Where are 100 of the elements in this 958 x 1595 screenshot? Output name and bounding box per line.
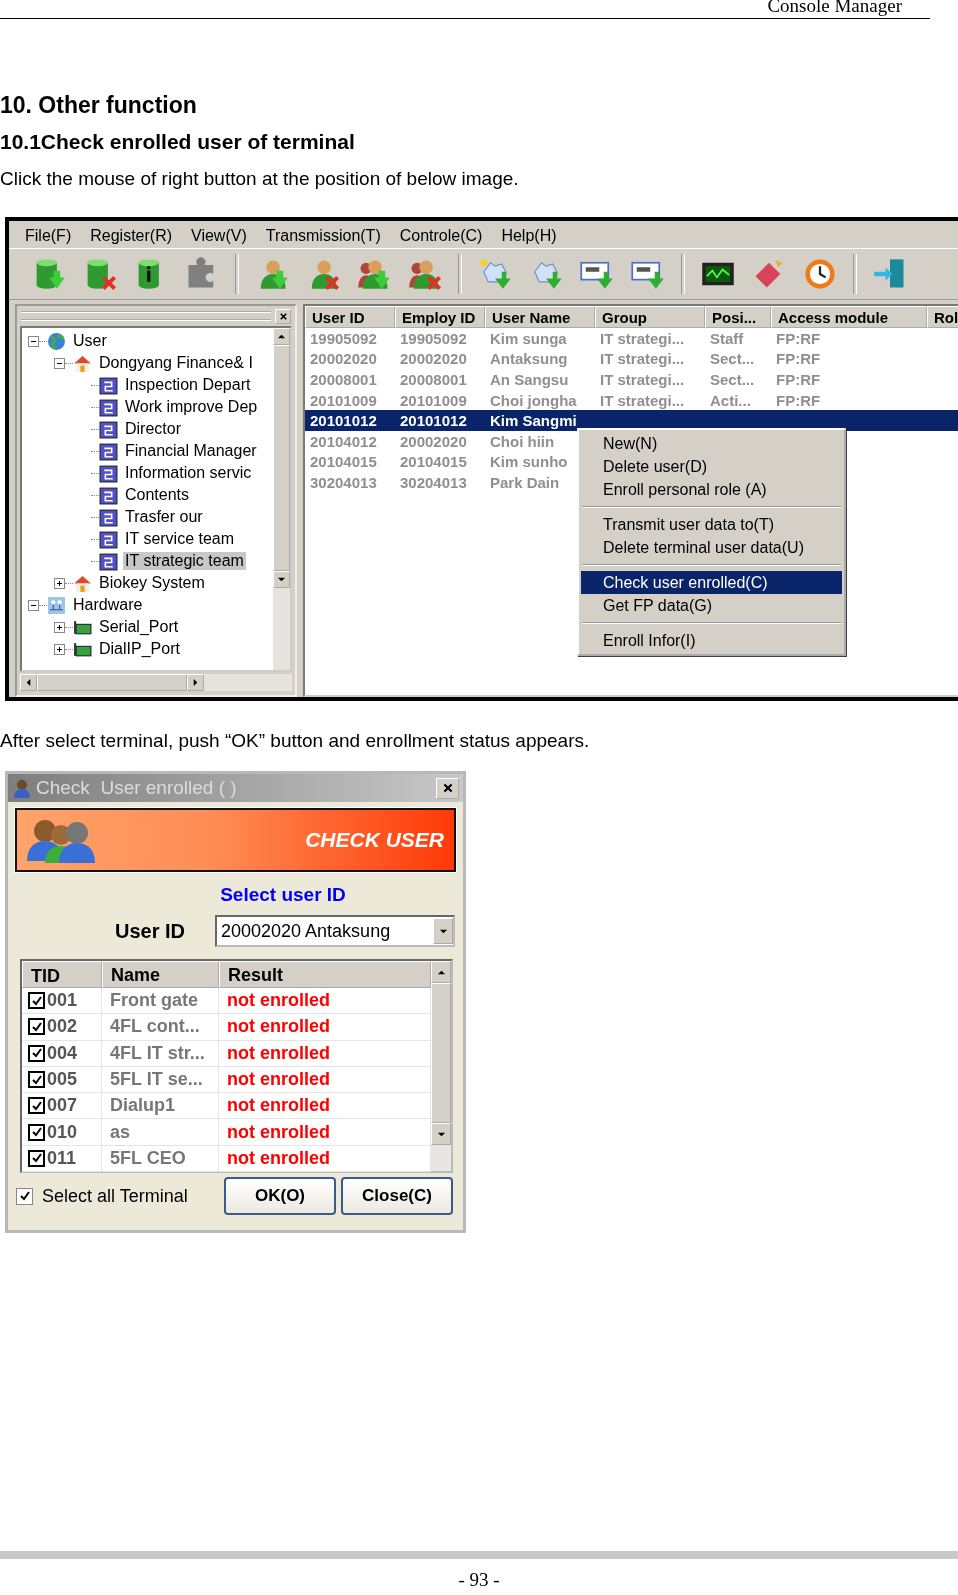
column-header[interactable]: Employ ID bbox=[395, 306, 485, 328]
close-button[interactable] bbox=[436, 777, 459, 799]
column-header[interactable]: Access module bbox=[771, 306, 927, 328]
column-header[interactable]: User ID bbox=[305, 306, 395, 328]
clock-icon[interactable] bbox=[802, 256, 838, 292]
table-cell-text: 20002020 bbox=[309, 350, 378, 368]
column-header[interactable]: User Name bbox=[485, 306, 595, 328]
menu-item[interactable]: Help(H) bbox=[501, 227, 557, 245]
subsection-heading: 10.1Check enrolled user of terminal bbox=[0, 129, 356, 155]
table-cell-text: Kim sunho bbox=[489, 453, 569, 471]
tree-item[interactable]: Biokey System bbox=[97, 574, 207, 592]
table-cell: 005 bbox=[47, 1069, 78, 1091]
menu-item[interactable]: Delete terminal user data(U) bbox=[579, 536, 844, 559]
close-icon bbox=[278, 311, 288, 321]
menu-item[interactable]: File(F) bbox=[25, 227, 72, 245]
tree-item[interactable]: DialIP_Port bbox=[97, 640, 182, 658]
table-cell-text: Sect... bbox=[709, 371, 756, 388]
expand-toggle[interactable] bbox=[54, 621, 65, 633]
tree-item[interactable]: Work improve Dep bbox=[123, 398, 260, 416]
column-header[interactable]: Posi... bbox=[705, 306, 771, 328]
checkbox[interactable] bbox=[28, 1149, 45, 1167]
panel-grip[interactable] bbox=[21, 311, 271, 321]
checkbox-label[interactable]: Select all Terminal bbox=[42, 1185, 188, 1207]
expand-toggle[interactable] bbox=[54, 643, 65, 655]
user-id-dropdown[interactable]: 20002020 Antaksung bbox=[215, 915, 455, 947]
scroll-left-icon[interactable] bbox=[24, 678, 33, 687]
scroll-right-icon[interactable] bbox=[191, 678, 200, 687]
collapse-toggle[interactable] bbox=[28, 335, 39, 347]
column-header[interactable]: Result bbox=[219, 961, 431, 988]
checkbox[interactable] bbox=[16, 1187, 33, 1205]
tree-item[interactable]: Serial_Port bbox=[97, 618, 181, 636]
scroll-down-icon[interactable] bbox=[277, 575, 286, 584]
table-cell-text: 20101009 bbox=[399, 391, 468, 409]
horizontal-scrollbar[interactable] bbox=[20, 674, 292, 691]
menu-item[interactable]: Enroll Infor(I) bbox=[579, 629, 844, 652]
tree-item[interactable]: Information servic bbox=[123, 464, 254, 482]
tree-item[interactable]: Dongyang Finance& I bbox=[97, 354, 255, 372]
tree-item[interactable]: Hardware bbox=[71, 596, 145, 614]
tree-item[interactable]: Trasfer our bbox=[123, 508, 205, 526]
tree-item[interactable]: Financial Manager bbox=[123, 442, 259, 460]
table-cell-text: 20008001 bbox=[399, 371, 468, 388]
table-cell: Dialup1 bbox=[102, 1093, 219, 1119]
tree-item[interactable]: User bbox=[71, 332, 109, 350]
group-icon bbox=[99, 375, 118, 395]
tree-item[interactable]: Contents bbox=[123, 486, 192, 504]
scroll-up-icon[interactable] bbox=[277, 332, 286, 341]
menu-item[interactable]: Transmission(T) bbox=[265, 227, 381, 245]
column-header[interactable]: Rol bbox=[927, 306, 958, 328]
column-header[interactable]: Group bbox=[595, 306, 705, 328]
menu-item[interactable]: Register(R) bbox=[90, 227, 172, 245]
menu-item[interactable]: Enroll personal role (A) bbox=[579, 478, 844, 501]
column-header[interactable]: Name bbox=[102, 961, 219, 988]
close-button[interactable]: Close(C) bbox=[341, 1177, 453, 1215]
group-icon bbox=[99, 463, 118, 483]
menu-item[interactable]: Controle(C) bbox=[399, 227, 483, 245]
instruction-text: After select terminal, push “OK” button and enrollment status appears. bbox=[0, 729, 591, 753]
table-cell-text: Kim sunga bbox=[489, 329, 568, 347]
tree-item[interactable]: Inspection Depart bbox=[123, 376, 253, 394]
vertical-scrollbar[interactable] bbox=[431, 961, 451, 1171]
table-cell-text: Park Dain bbox=[489, 473, 561, 491]
expand-toggle[interactable] bbox=[54, 577, 65, 589]
table-cell-text: IT strategi... bbox=[599, 329, 686, 347]
menu-item[interactable]: Delete user(D) bbox=[579, 455, 844, 478]
menu-item[interactable]: Get FP data(G) bbox=[579, 594, 844, 617]
table-cell-text: 20002020 bbox=[399, 432, 468, 450]
page-number: - 93 - bbox=[458, 1569, 500, 1591]
group-icon bbox=[99, 419, 118, 439]
table-cell-text: 19905092 bbox=[309, 329, 378, 347]
house-icon bbox=[73, 573, 92, 593]
checkbox[interactable] bbox=[28, 1097, 45, 1115]
window-title: Check User enrolled ( ) bbox=[36, 777, 238, 799]
menu-item[interactable]: Check user enrolled(C) bbox=[581, 571, 842, 594]
menu-item[interactable]: View(V) bbox=[191, 227, 247, 245]
menu-item[interactable]: New(N) bbox=[579, 432, 844, 455]
checkbox[interactable] bbox=[28, 1071, 45, 1089]
checkbox[interactable] bbox=[28, 1044, 45, 1062]
group-icon bbox=[99, 507, 118, 527]
section-heading: 10. Other function bbox=[0, 91, 198, 119]
checkbox[interactable] bbox=[28, 1018, 45, 1036]
vertical-scrollbar[interactable] bbox=[273, 328, 290, 670]
table-cell-text: Antaksung bbox=[489, 350, 569, 368]
collapse-toggle[interactable] bbox=[54, 357, 65, 369]
tree-item[interactable]: IT service team bbox=[123, 530, 237, 548]
close-icon bbox=[441, 782, 454, 794]
ok-button[interactable]: OK(O) bbox=[224, 1177, 336, 1215]
table-cell: Front gate bbox=[102, 988, 219, 1014]
close-button[interactable] bbox=[275, 308, 291, 324]
tree-item[interactable]: Director bbox=[123, 420, 183, 438]
table-cell: 011 bbox=[47, 1147, 77, 1169]
checkbox[interactable] bbox=[28, 1123, 45, 1141]
checkbox[interactable] bbox=[28, 992, 45, 1010]
menu-item[interactable]: Transmit user data to(T) bbox=[579, 513, 844, 536]
table-cell: 010 bbox=[47, 1121, 78, 1143]
collapse-toggle[interactable] bbox=[28, 599, 39, 611]
table-cell-text: FP:RF bbox=[775, 329, 822, 347]
table-cell-text: Acti... bbox=[709, 391, 752, 409]
table-cell-text: 30204013 bbox=[309, 473, 378, 491]
tree-item[interactable]: IT strategic team bbox=[123, 552, 246, 570]
column-header[interactable]: TID bbox=[22, 961, 102, 988]
table-cell-text: FP:RF bbox=[775, 350, 822, 368]
